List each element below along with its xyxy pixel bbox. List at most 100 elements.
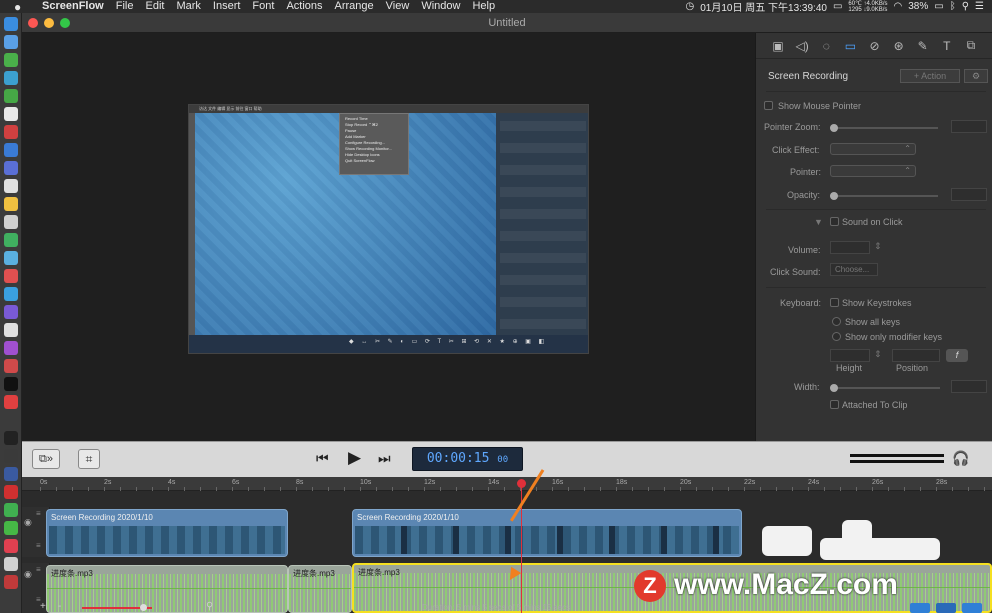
video-preview[interactable]: 访达 文件 编辑 显示 前往 窗口 帮助 Record Time Stop Re… bbox=[188, 104, 589, 354]
pointer-zoom-slider[interactable] bbox=[830, 127, 938, 129]
calendar-icon[interactable] bbox=[4, 197, 18, 211]
time-ruler[interactable]: 0s 2s 4s 6s 8s 10s 12s 14s 16s 18s 20s 22s 24s 26s 28s bbox=[22, 477, 992, 491]
app-icon-20[interactable] bbox=[4, 359, 18, 373]
app-icon-24[interactable] bbox=[4, 449, 18, 463]
app-icon-15[interactable] bbox=[4, 269, 18, 283]
pointer-zoom-knob[interactable] bbox=[830, 124, 838, 132]
bluetooth-icon[interactable]: ᛒ bbox=[950, 1, 956, 12]
rewind-button[interactable]: ⏮ bbox=[316, 450, 329, 467]
volume-stepper[interactable]: ⇕ bbox=[874, 241, 882, 252]
playhead-handle[interactable] bbox=[517, 479, 526, 488]
height-field[interactable] bbox=[830, 349, 870, 362]
font-button[interactable]: f bbox=[946, 349, 968, 362]
app-icon-30[interactable] bbox=[4, 557, 18, 571]
opacity-knob[interactable] bbox=[830, 192, 838, 200]
app-icon-9[interactable] bbox=[4, 161, 18, 175]
volume-field[interactable] bbox=[830, 241, 870, 254]
canvas-area[interactable]: 访达 文件 编辑 显示 前往 窗口 帮助 Record Time Stop Re… bbox=[22, 33, 755, 441]
choose-sound-button[interactable]: Choose... bbox=[830, 263, 878, 276]
wechat-icon[interactable] bbox=[4, 521, 18, 535]
video-clip[interactable]: Screen Recording 2020/1/10 bbox=[46, 509, 288, 557]
music-icon[interactable] bbox=[4, 125, 18, 139]
network-monitor[interactable]: 60℃ ↑4.0KB/s 1295 ↓9.0KB/s bbox=[848, 1, 887, 13]
menubar-clock[interactable]: 01月10日 周五 下午13:39:40 bbox=[700, 0, 827, 14]
text-icon[interactable]: T bbox=[939, 39, 955, 53]
finder-icon[interactable] bbox=[4, 17, 18, 31]
display-icon[interactable]: ▭ bbox=[833, 1, 842, 12]
height-stepper[interactable]: ⇕ bbox=[874, 349, 882, 360]
track-menu-icon[interactable]: ≡ bbox=[36, 541, 41, 550]
safari-icon[interactable] bbox=[4, 53, 18, 67]
eye-icon[interactable]: ◉ bbox=[24, 517, 32, 528]
show-all-keys-radio[interactable] bbox=[832, 317, 841, 326]
screenflow-dock-icon[interactable] bbox=[4, 575, 18, 589]
width-slider[interactable] bbox=[830, 387, 940, 389]
show-mouse-pointer-checkbox[interactable] bbox=[764, 101, 773, 110]
track-menu-icon[interactable]: ≡ bbox=[36, 509, 41, 518]
apple-menu-icon[interactable]: ● bbox=[14, 0, 28, 14]
width-knob[interactable] bbox=[830, 384, 838, 392]
app-icon-25[interactable] bbox=[4, 467, 18, 481]
spotlight-icon[interactable]: ⚲ bbox=[962, 1, 969, 12]
audio-properties-icon[interactable]: ◁) bbox=[794, 39, 810, 53]
appstore-icon[interactable] bbox=[4, 143, 18, 157]
timecode-display[interactable]: 00:00:15 00 bbox=[412, 447, 523, 471]
video-properties-icon[interactable]: ▣ bbox=[770, 39, 786, 53]
pointer-zoom-field[interactable] bbox=[951, 120, 987, 133]
zoom-in-icon[interactable]: ⚲ bbox=[206, 601, 213, 612]
position-field[interactable] bbox=[892, 349, 940, 362]
menu-edit[interactable]: Edit bbox=[145, 0, 164, 13]
attached-to-clip-checkbox[interactable] bbox=[830, 400, 839, 409]
touch-callout-icon[interactable]: ⊛ bbox=[891, 39, 907, 53]
sound-on-click-checkbox[interactable] bbox=[830, 217, 839, 226]
zoom-out-button[interactable]: - bbox=[58, 601, 61, 612]
menu-arrange[interactable]: Arrange bbox=[335, 0, 374, 13]
yandex-icon[interactable] bbox=[4, 485, 18, 499]
click-effect-popup[interactable]: ⌃ bbox=[830, 143, 916, 155]
opacity-field[interactable] bbox=[951, 188, 987, 201]
menu-mark[interactable]: Mark bbox=[176, 0, 200, 13]
show-modifier-keys-radio[interactable] bbox=[832, 332, 841, 341]
messages-icon[interactable] bbox=[4, 89, 18, 103]
annotation-icon[interactable]: ✎ bbox=[915, 39, 931, 53]
app-icon-12[interactable] bbox=[4, 215, 18, 229]
menu-app-name[interactable]: ScreenFlow bbox=[42, 0, 104, 13]
app-icon-13[interactable] bbox=[4, 233, 18, 247]
menu-insert[interactable]: Insert bbox=[213, 0, 241, 13]
notes-icon[interactable] bbox=[4, 179, 18, 193]
launchpad-icon[interactable] bbox=[4, 35, 18, 49]
opacity-slider[interactable] bbox=[830, 195, 938, 197]
app-icon-17[interactable] bbox=[4, 305, 18, 319]
clock-icon[interactable]: ◷ bbox=[685, 1, 694, 12]
menu-window[interactable]: Window bbox=[421, 0, 460, 13]
mail-icon[interactable] bbox=[4, 71, 18, 85]
add-track-button[interactable]: + bbox=[40, 601, 46, 612]
menu-help[interactable]: Help bbox=[472, 0, 495, 13]
photos-icon[interactable] bbox=[4, 107, 18, 121]
app-icon-18[interactable] bbox=[4, 323, 18, 337]
canvas-mode-button[interactable]: ⧉» bbox=[32, 449, 60, 469]
add-action-button[interactable]: + Action bbox=[900, 69, 960, 83]
show-keystrokes-checkbox[interactable] bbox=[830, 298, 839, 307]
menu-view[interactable]: View bbox=[386, 0, 410, 13]
gear-icon[interactable]: ⚙ bbox=[964, 69, 988, 83]
video-motion-icon[interactable]: ◌ bbox=[818, 39, 834, 53]
app-icon-22[interactable] bbox=[4, 395, 18, 409]
fast-forward-button[interactable]: ⏭ bbox=[378, 450, 391, 467]
snap-button[interactable] bbox=[910, 603, 930, 613]
podcasts-icon[interactable] bbox=[4, 341, 18, 355]
pointer-popup[interactable]: ⌃ bbox=[830, 165, 916, 177]
disclosure-triangle-icon[interactable]: ▼ bbox=[814, 217, 823, 227]
wifi-icon[interactable]: ◠ bbox=[894, 1, 903, 12]
screen-recording-icon[interactable]: ▭ bbox=[842, 39, 858, 53]
battery-icon[interactable]: ▭ bbox=[934, 1, 943, 12]
timeline-zoom-knob[interactable] bbox=[140, 604, 147, 611]
track-menu-icon[interactable]: ≡ bbox=[36, 565, 41, 574]
timeline-settings-button[interactable] bbox=[962, 603, 982, 613]
width-field[interactable] bbox=[951, 380, 987, 393]
app-icon-27[interactable] bbox=[4, 503, 18, 517]
terminal-icon[interactable] bbox=[4, 431, 18, 445]
play-button[interactable]: ▶ bbox=[348, 448, 361, 468]
eye-icon[interactable]: ◉ bbox=[24, 569, 32, 580]
callout-icon[interactable]: ⊘ bbox=[866, 39, 882, 53]
